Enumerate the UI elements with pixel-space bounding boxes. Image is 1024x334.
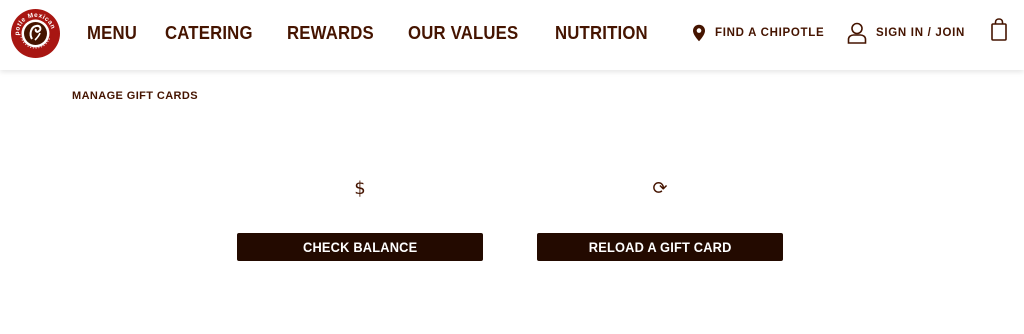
sign-in-join-link[interactable]: SIGN IN / JOIN [847,19,965,47]
find-a-chipotle-link[interactable]: FIND A CHIPOTLE [692,19,824,47]
nav-menu[interactable]: MENU [87,23,137,44]
dollar-icon: $ [354,177,366,199]
reload-gift-card-label: RELOAD A GIFT CARD [588,239,732,255]
user-icon [847,22,867,44]
map-pin-icon [692,24,706,42]
find-a-chipotle-label: FIND A CHIPOTLE [715,27,825,39]
chipotle-logo-icon: Chipotle Mexican Grill [11,9,59,57]
reload-icon: ⟳ [652,177,668,199]
site-header: Chipotle Mexican Grill MENU CATERING REW… [0,0,1024,70]
nav-catering[interactable]: CATERING [165,23,253,44]
check-balance-label: CHECK BALANCE [302,239,418,255]
sign-in-join-label: SIGN IN / JOIN [876,27,966,39]
main-nav: MENU CATERING REWARDS OUR VALUES NUTRITI… [87,20,683,46]
nav-our-values[interactable]: OUR VALUES [408,23,518,44]
breadcrumb: MANAGE GIFT CARDS [72,90,198,102]
check-balance-button[interactable]: CHECK BALANCE [237,233,483,261]
nav-rewards[interactable]: REWARDS [287,23,374,44]
chipotle-logo[interactable]: Chipotle Mexican Grill [11,9,60,58]
nav-nutrition[interactable]: NUTRITION [555,23,648,44]
shopping-bag-icon[interactable] [989,18,1009,42]
reload-gift-card-button[interactable]: RELOAD A GIFT CARD [537,233,783,261]
